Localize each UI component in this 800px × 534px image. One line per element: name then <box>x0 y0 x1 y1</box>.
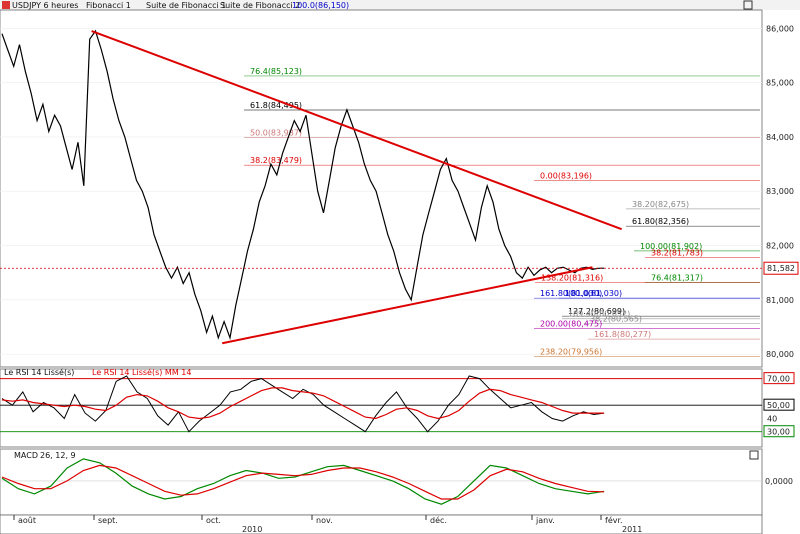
fib-level-label: 0.00(83,196) <box>540 172 592 181</box>
month-label: nov. <box>316 516 333 525</box>
price-tick-label: 80,000 <box>766 350 794 359</box>
fib-level-label: 76.4(81,317) <box>651 274 703 283</box>
rsi-panel <box>0 368 763 448</box>
rsi-tick-label: 50,00 <box>767 401 790 410</box>
fib-level-label: 238.20(79,956) <box>540 348 602 357</box>
last-price-label: 81,582 <box>767 264 795 273</box>
macd-tick-label: 0,0000 <box>765 477 793 486</box>
rsi-tick-label: 40 <box>767 414 777 423</box>
price-tick-label: 82,000 <box>766 242 794 251</box>
fib-level-label: 50.0(83,987) <box>250 129 302 138</box>
fib-level-label: 38.2(83,479) <box>250 156 302 165</box>
price-tick-label: 85,000 <box>766 79 794 88</box>
fib-level-label: 61.80(82,356) <box>632 217 689 226</box>
rsi-title[interactable]: Le RSI 14 Lissé(s) <box>4 367 74 377</box>
study-3[interactable]: Suite de Fibonacci 2 <box>220 1 300 10</box>
macd-title[interactable]: MACD <box>14 451 38 460</box>
symbol-label[interactable]: USDJPY 6 heures <box>12 1 78 10</box>
fib-level-label: 200.00(80,475) <box>540 319 602 328</box>
price-tick-label: 81,000 <box>766 296 794 305</box>
month-label: déc. <box>430 515 447 525</box>
rsi-tick-label: 30,00 <box>767 428 790 437</box>
chart-stage: USDJPY 6 heures Fibonacci 1 Suite de Fib… <box>0 0 800 534</box>
macd-params: 26, 12, 9 <box>40 451 76 460</box>
price-panel <box>0 9 763 368</box>
year-label: 2011 <box>622 525 642 534</box>
fib-top-label: 100.0(86,150) <box>292 1 349 10</box>
chart-svg: USDJPY 6 heures Fibonacci 1 Suite de Fib… <box>0 0 800 534</box>
month-label: oct. <box>206 516 221 525</box>
month-label: août <box>18 516 36 525</box>
fib-level-label: 38.2(81,783) <box>651 248 703 257</box>
price-tick-label: 83,000 <box>766 187 794 196</box>
symbol-icon[interactable] <box>2 1 10 9</box>
macd-panel <box>0 448 763 516</box>
rsi-tick-label: 70,00 <box>767 375 790 384</box>
fib-level-label: 161.80(81,030) <box>540 289 602 298</box>
toolbar: USDJPY 6 heures Fibonacci 1 Suite de Fib… <box>0 0 800 10</box>
year-label: 2010 <box>242 525 262 534</box>
rsi-ma-title[interactable]: Le RSI 14 Lissé(s) MM 14 <box>92 367 191 377</box>
price-tick-label: 86,000 <box>766 24 794 33</box>
fib-level-label: 38.20(82,675) <box>632 200 689 209</box>
month-label: janv. <box>535 516 555 525</box>
study-2[interactable]: Suite de Fibonacci 1 <box>146 1 226 10</box>
study-1[interactable]: Fibonacci 1 <box>86 1 131 10</box>
fib-level-label: 161.8(80,277) <box>594 330 651 339</box>
fib-level-label: 61.8(84,495) <box>250 101 302 110</box>
price-tick-label: 84,000 <box>766 133 794 142</box>
month-label: sept. <box>98 516 118 525</box>
fib-level-label: 76.4(85,123) <box>250 67 302 76</box>
month-label: févr. <box>605 515 623 525</box>
